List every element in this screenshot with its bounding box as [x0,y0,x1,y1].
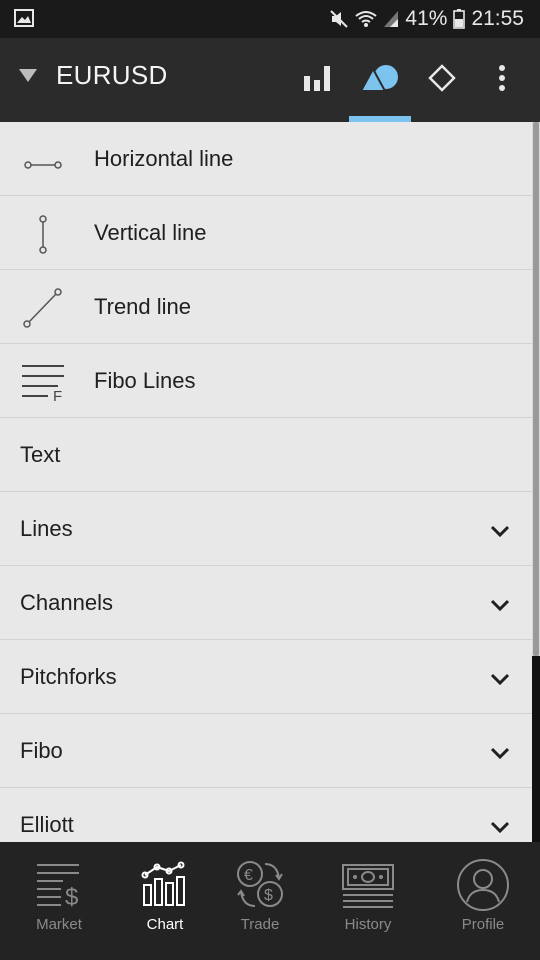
objects-button[interactable] [349,38,411,122]
list-item-label: Text [20,442,61,467]
chart-icon [115,856,215,914]
battery-percent: 41% [405,7,448,30]
clock: 21:55 [471,7,524,30]
nav-label: Chart [146,916,184,933]
market-icon: $ [9,856,109,914]
wifi-icon [355,9,378,29]
svg-text:F: F [53,388,62,402]
list-item-horizontal-line[interactable]: Horizontal line [0,122,532,196]
list-item-label: Trend line [94,294,192,319]
mute-icon [329,9,349,29]
nav-chart[interactable]: Chart [115,856,215,933]
nav-label: Trade [240,916,280,933]
fibo-lines-icon: F [20,360,66,405]
edge-shadow [532,656,540,842]
objects-icon [359,64,400,97]
chevron-down-icon[interactable] [490,814,510,840]
group-pitchforks[interactable]: Pitchforks [0,640,532,714]
trade-icon: € $ [210,856,310,914]
svg-text:€: € [244,867,253,884]
bottom-navigation: $ Market Chart € $ Trade History Profile [0,842,540,960]
nav-trade[interactable]: € $ Trade [210,856,310,933]
templates-icon [428,63,456,97]
templates-button[interactable] [412,38,472,122]
battery-icon [453,9,466,29]
group-label: Lines [20,516,73,541]
nav-label: Market [36,916,82,933]
list-item-trend-line[interactable]: Trend line [0,270,532,344]
chevron-down-icon[interactable] [490,740,510,766]
gallery-notification-icon [14,8,34,28]
group-elliott[interactable]: Elliott [0,788,532,842]
more-button[interactable] [472,38,532,122]
trend-line-icon [20,286,66,328]
chevron-down-icon[interactable] [490,592,510,618]
group-lines[interactable]: Lines [0,492,532,566]
list-item-text[interactable]: Text [0,418,532,492]
group-label: Channels [20,590,113,615]
list-item-label: Horizontal line [94,146,234,171]
list-item-fibo-lines[interactable]: F Fibo Lines [0,344,532,418]
signal-icon [383,9,399,29]
group-label: Fibo [20,738,63,763]
list-item-label: Fibo Lines [94,368,196,393]
nav-profile[interactable]: Profile [433,856,533,933]
symbol-dropdown-icon[interactable] [18,67,38,88]
history-icon [318,856,418,914]
group-label: Elliott [20,812,74,837]
objects-list: Horizontal line Vertical line Trend line… [0,122,532,842]
indicators-button[interactable] [287,38,347,122]
nav-history[interactable]: History [318,856,418,933]
horizontal-line-icon [20,138,66,180]
group-label: Pitchforks [20,664,117,689]
profile-icon [433,856,533,914]
nav-market[interactable]: $ Market [9,856,109,933]
svg-text:$: $ [65,884,78,909]
scrollbar-thumb[interactable] [533,122,539,656]
status-bar: 41% 21:55 [0,0,540,38]
group-fibo[interactable]: Fibo [0,714,532,788]
svg-text:$: $ [264,887,273,904]
nav-label: History [344,916,392,933]
list-item-vertical-line[interactable]: Vertical line [0,196,532,270]
chevron-down-icon[interactable] [490,518,510,544]
more-icon [498,64,506,97]
indicators-icon [303,64,331,97]
vertical-line-icon [20,212,66,254]
list-item-label: Vertical line [94,220,207,245]
symbol-title[interactable]: EURUSD [56,60,168,91]
chevron-down-icon[interactable] [490,666,510,692]
group-channels[interactable]: Channels [0,566,532,640]
app-bar: EURUSD [0,38,540,122]
nav-label: Profile [461,916,505,933]
